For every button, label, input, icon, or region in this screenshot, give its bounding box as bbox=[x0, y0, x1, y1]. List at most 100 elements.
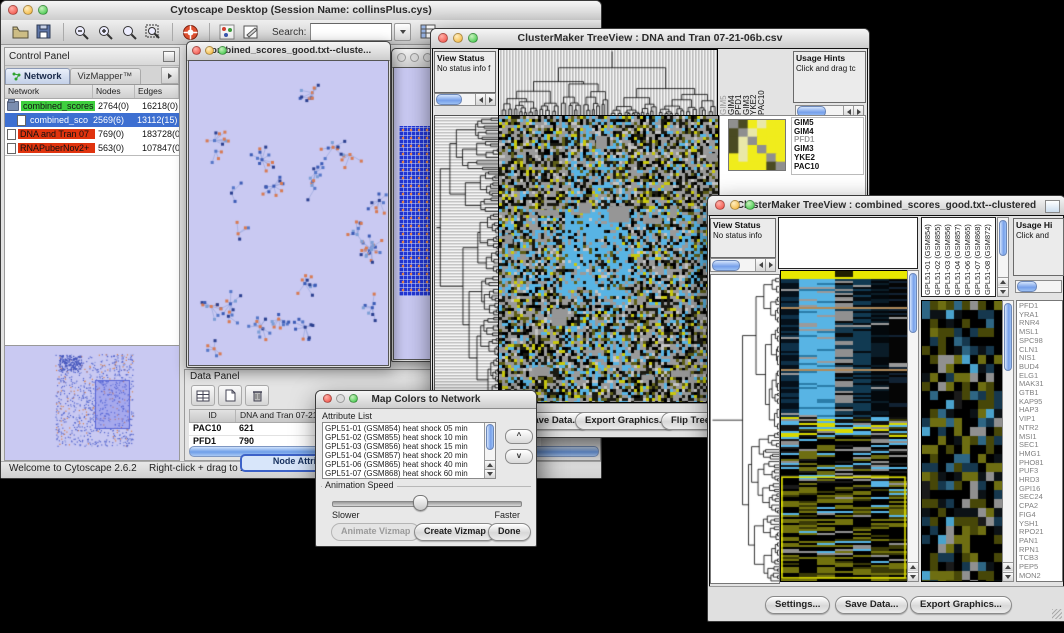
attribute-item[interactable]: GPL51-01 (GSM854) heat shock 05 min bbox=[325, 424, 483, 433]
column-labels-vscrollbar[interactable] bbox=[997, 217, 1009, 297]
minimize-button[interactable] bbox=[410, 53, 419, 62]
minimize-button[interactable] bbox=[453, 33, 463, 43]
scrollbar-thumb[interactable] bbox=[1004, 303, 1012, 371]
tab-vizmapper[interactable]: VizMapper™ bbox=[70, 68, 141, 84]
attribute-item[interactable]: GPL51-03 (GSM856) heat shock 15 min bbox=[325, 442, 483, 451]
treeview2-titlebar[interactable]: ClusterMaker TreeView : combined_scores_… bbox=[708, 196, 1064, 216]
select-attributes-button[interactable] bbox=[191, 385, 215, 406]
create-vizmap-button[interactable]: Create Vizmap bbox=[414, 523, 496, 541]
scrollbar-thumb[interactable] bbox=[999, 220, 1007, 256]
network-row-combined-sco-selected[interactable]: combined_sco 2569(6) 13112(15) bbox=[5, 113, 179, 127]
float-panel-icon[interactable] bbox=[163, 51, 175, 62]
window-menu-icon[interactable] bbox=[1045, 200, 1060, 213]
heatmap-vscrollbar[interactable] bbox=[907, 270, 919, 582]
close-button[interactable] bbox=[438, 33, 448, 43]
column-label[interactable]: GPL51-07 (GSM868) bbox=[973, 219, 983, 295]
network-overview-canvas[interactable] bbox=[7, 348, 177, 452]
close-button[interactable] bbox=[715, 200, 725, 210]
move-up-button[interactable]: ^ bbox=[505, 429, 533, 444]
zoom-window-button[interactable] bbox=[218, 46, 227, 55]
zoom-window-button[interactable] bbox=[468, 33, 478, 43]
column-label[interactable]: GPL51-01 (GSM854) bbox=[923, 219, 933, 295]
zoom-heatmap-vscrollbar[interactable] bbox=[1002, 300, 1014, 582]
network1-canvas[interactable] bbox=[189, 61, 388, 365]
scrollbar-thumb[interactable] bbox=[1017, 281, 1037, 292]
column-dendrogram-canvas[interactable] bbox=[498, 49, 718, 116]
attribute-item[interactable]: GPL51-07 (GSM868) heat shock 60 min bbox=[325, 469, 483, 478]
zoom-heatmap-canvas[interactable] bbox=[921, 300, 1003, 582]
export-graphics-button[interactable]: Export Graphics... bbox=[910, 596, 1012, 614]
column-header-network[interactable]: Network bbox=[5, 85, 93, 98]
delete-attribute-button[interactable] bbox=[245, 385, 269, 406]
create-attribute-button[interactable] bbox=[218, 385, 242, 406]
zoom-window-button[interactable] bbox=[38, 5, 48, 15]
column-label[interactable]: YKE2 bbox=[749, 49, 757, 115]
scroll-left-button[interactable] bbox=[475, 94, 485, 105]
scroll-left-button[interactable] bbox=[755, 259, 765, 271]
scrollbar-thumb[interactable] bbox=[909, 273, 917, 333]
network1-titlebar[interactable]: combined_scores_good.txt--cluste... bbox=[187, 42, 390, 61]
scroll-right-button[interactable] bbox=[765, 259, 775, 271]
column-dendrogram-area[interactable] bbox=[778, 217, 918, 269]
column-label[interactable]: GPL51-03 (GSM856) bbox=[943, 219, 953, 295]
search-dropdown-button[interactable] bbox=[394, 23, 411, 41]
slider-thumb[interactable] bbox=[413, 495, 428, 511]
usage-hints-hscrollbar[interactable] bbox=[1015, 280, 1062, 293]
network-row-rnapubernov2[interactable]: RNAPuberNov2+ 563(0) 107847(0) bbox=[5, 141, 179, 155]
scroll-down-button[interactable] bbox=[998, 287, 1008, 296]
treeview1-titlebar[interactable]: ClusterMaker TreeView : DNA and Tran 07-… bbox=[431, 29, 869, 49]
scroll-right-button[interactable] bbox=[485, 94, 495, 105]
zoom-in-button[interactable] bbox=[94, 22, 116, 42]
column-label[interactable]: GPL51-06 (GSM865) bbox=[963, 219, 973, 295]
scroll-down-button[interactable] bbox=[1003, 572, 1013, 581]
scrollbar-thumb[interactable] bbox=[712, 260, 740, 271]
scroll-up-button[interactable] bbox=[485, 460, 495, 469]
row-dendrogram-canvas[interactable] bbox=[434, 115, 500, 403]
dialog-titlebar[interactable]: Map Colors to Network bbox=[316, 391, 536, 409]
tab-network[interactable]: Network bbox=[5, 68, 70, 84]
zoom-window-button[interactable] bbox=[745, 200, 755, 210]
save-data-button[interactable]: Save Data... bbox=[835, 596, 908, 614]
zoom-out-button[interactable] bbox=[70, 22, 92, 42]
scrollbar-thumb[interactable] bbox=[486, 424, 494, 450]
attribute-item[interactable]: GPL51-06 (GSM865) heat shock 40 min bbox=[325, 460, 483, 469]
network-row-combined-scores[interactable]: combined_scores 2764(0) 16218(0) bbox=[5, 99, 179, 113]
heatmap-canvas[interactable] bbox=[498, 115, 719, 403]
close-button[interactable] bbox=[323, 394, 332, 403]
attribute-list-vscrollbar[interactable] bbox=[484, 423, 495, 478]
heatmap-canvas[interactable] bbox=[780, 270, 908, 582]
column-label[interactable]: GIM3 bbox=[742, 49, 750, 115]
column-header-id[interactable]: ID bbox=[190, 410, 236, 422]
open-file-button[interactable] bbox=[9, 22, 31, 42]
column-label[interactable]: GIM4 bbox=[727, 49, 735, 115]
scrollbar-thumb[interactable] bbox=[436, 94, 462, 105]
column-label[interactable]: GPL51-02 (GSM855) bbox=[933, 219, 943, 295]
gene-label[interactable]: PAC10 bbox=[794, 163, 863, 172]
column-header-edges[interactable]: Edges bbox=[135, 85, 179, 98]
done-button[interactable]: Done bbox=[488, 523, 531, 541]
visual-styles-icon[interactable] bbox=[216, 22, 238, 42]
column-label[interactable]: GIM5 bbox=[719, 49, 727, 115]
column-label[interactable]: GPL51-04 (GSM857) bbox=[953, 219, 963, 295]
help-button[interactable] bbox=[179, 22, 201, 42]
scroll-down-button[interactable] bbox=[485, 469, 495, 478]
gene-label[interactable]: MON2 bbox=[1019, 572, 1062, 581]
resize-grip[interactable] bbox=[1052, 609, 1062, 619]
main-window-titlebar[interactable]: Cytoscape Desktop (Session Name: collins… bbox=[1, 1, 601, 21]
minimize-button[interactable] bbox=[23, 5, 33, 15]
minimize-button[interactable] bbox=[205, 46, 214, 55]
mini-heatmap-canvas[interactable] bbox=[728, 119, 786, 171]
search-input[interactable] bbox=[310, 23, 392, 41]
row-dendrogram-canvas[interactable] bbox=[710, 274, 780, 584]
annotation-icon[interactable] bbox=[240, 22, 262, 42]
minimize-button[interactable] bbox=[336, 394, 345, 403]
more-tabs-button[interactable] bbox=[161, 67, 179, 84]
scroll-up-button[interactable] bbox=[908, 562, 918, 571]
column-label[interactable]: GPL51-08 (GSM872) bbox=[983, 219, 993, 295]
attribute-item[interactable]: GPL51-02 (GSM855) heat shock 10 min bbox=[325, 433, 483, 442]
scroll-up-button[interactable] bbox=[1003, 562, 1013, 571]
zoom-fit-button[interactable] bbox=[142, 22, 164, 42]
scroll-up-button[interactable] bbox=[998, 277, 1008, 286]
attribute-listbox[interactable]: GPL51-01 (GSM854) heat shock 05 minGPL51… bbox=[322, 422, 496, 479]
close-button[interactable] bbox=[397, 53, 406, 62]
